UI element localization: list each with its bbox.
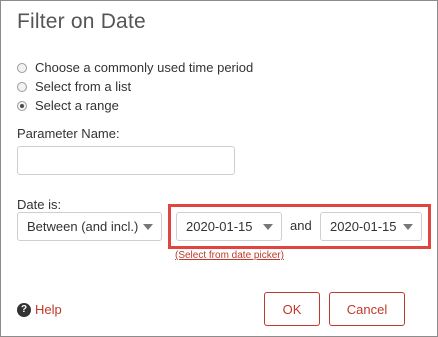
date-picker-link[interactable]: (Select from date picker) <box>175 250 284 261</box>
date-operator-select[interactable]: Between (and incl.) <box>17 212 162 241</box>
ok-button[interactable]: OK <box>264 292 320 326</box>
radio-option-select-list[interactable]: Select from a list <box>17 77 253 96</box>
dialog-title: Filter on Date <box>17 10 146 33</box>
date-is-label: Date is: <box>17 197 62 212</box>
cancel-button[interactable]: Cancel <box>329 292 405 326</box>
radio-button-selected[interactable] <box>17 100 27 111</box>
radio-option-time-period[interactable]: Choose a commonly used time period <box>17 58 253 77</box>
parameter-name-label: Parameter Name: <box>17 126 120 141</box>
caret-down-icon <box>143 224 153 230</box>
help-link[interactable]: ? Help <box>17 302 62 317</box>
range-type-radio-group: Choose a commonly used time period Selec… <box>17 58 253 115</box>
parameter-name-input[interactable] <box>17 146 235 175</box>
radio-label: Select a range <box>35 98 119 113</box>
question-circle-icon: ? <box>17 302 31 317</box>
radio-label: Choose a commonly used time period <box>35 60 254 75</box>
date-range-highlight <box>168 204 431 249</box>
help-label: Help <box>35 302 62 317</box>
date-operator-value: Between (and incl.) <box>27 219 139 234</box>
radio-option-select-range[interactable]: Select a range <box>17 96 253 115</box>
filter-on-date-dialog: Filter on Date Choose a commonly used ti… <box>0 0 438 337</box>
radio-button[interactable] <box>17 62 27 73</box>
radio-button[interactable] <box>17 81 27 92</box>
radio-label: Select from a list <box>35 79 132 94</box>
